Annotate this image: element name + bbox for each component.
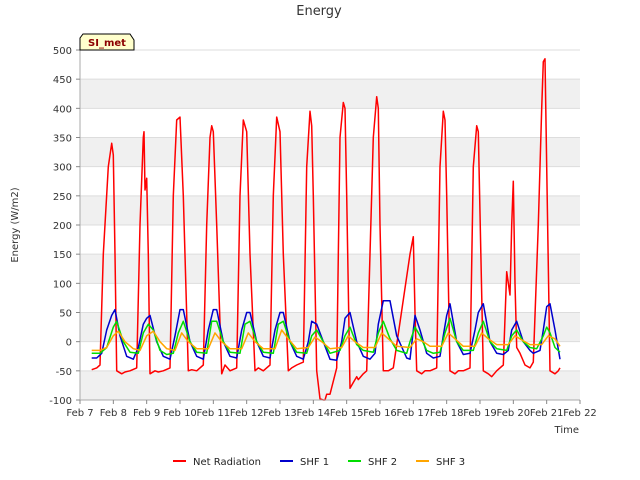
site-tag: SI_met	[79, 33, 135, 51]
y-tick-label: 500	[53, 46, 72, 57]
x-tick-label: Feb 14	[297, 408, 331, 419]
y-tick-label: 450	[53, 75, 72, 86]
y-tick-labels: -100 -50 0 50 100 150 200 250 300 350 400 450 500	[49, 46, 80, 407]
energy-chart: -100 -50 0 50 100 150 200 250 300 350 400 450 500 Fe…	[10, 4, 597, 468]
x-tick-label: Feb 16	[363, 408, 397, 419]
y-tick-label: 300	[53, 163, 72, 174]
x-axis-label: Time	[554, 425, 579, 436]
x-tick-label: Feb 9	[133, 408, 160, 419]
x-tick-label: Feb 17	[397, 408, 431, 419]
x-tick-label: Feb 15	[330, 408, 364, 419]
grid-band	[80, 195, 580, 225]
x-tick-label: Feb 13	[263, 408, 297, 419]
x-tick-label: Feb 21	[530, 408, 564, 419]
legend-label-shf-3: SHF 3	[436, 457, 465, 468]
x-tick-label: Feb 22	[563, 408, 597, 419]
legend: Net Radiation SHF 1 SHF 2 SHF 3	[173, 457, 465, 468]
y-tick-label: 250	[53, 192, 72, 203]
x-tick-labels: Feb 7 Feb 8 Feb 9 Feb 10 Feb 11 Feb 12 Feb 13 F…	[66, 400, 597, 419]
x-tick-label: Feb 7	[66, 408, 93, 419]
legend-label-net-radiation: Net Radiation	[193, 457, 261, 468]
x-tick-label: Feb 19	[463, 408, 497, 419]
x-tick-label: Feb 20	[497, 408, 531, 419]
y-tick-label: 200	[53, 221, 72, 232]
x-tick-label: Feb 18	[430, 408, 464, 419]
x-tick-label: Feb 12	[230, 408, 264, 419]
y-tick-label: 400	[53, 104, 72, 115]
y-axis-label: Energy (W/m2)	[10, 187, 21, 262]
y-tick-label: -50	[56, 367, 72, 378]
y-tick-label: 100	[53, 279, 72, 290]
y-tick-label: -100	[49, 396, 72, 407]
legend-label-shf-2: SHF 2	[368, 457, 397, 468]
grid-band	[80, 79, 580, 109]
x-tick-label: Feb 8	[100, 408, 127, 419]
y-tick-label: 50	[59, 309, 72, 320]
grid-band	[80, 370, 580, 400]
legend-label-shf-1: SHF 1	[300, 457, 329, 468]
y-tick-label: 150	[53, 250, 72, 261]
site-tag-label: SI_met	[88, 38, 126, 49]
grid-band	[80, 254, 580, 284]
y-tick-label: 350	[53, 134, 72, 145]
x-tick-label: Feb 11	[197, 408, 231, 419]
grid-band	[80, 137, 580, 167]
x-tick-label: Feb 10	[163, 408, 197, 419]
y-tick-label: 0	[66, 338, 72, 349]
chart-title: Energy	[296, 4, 342, 19]
